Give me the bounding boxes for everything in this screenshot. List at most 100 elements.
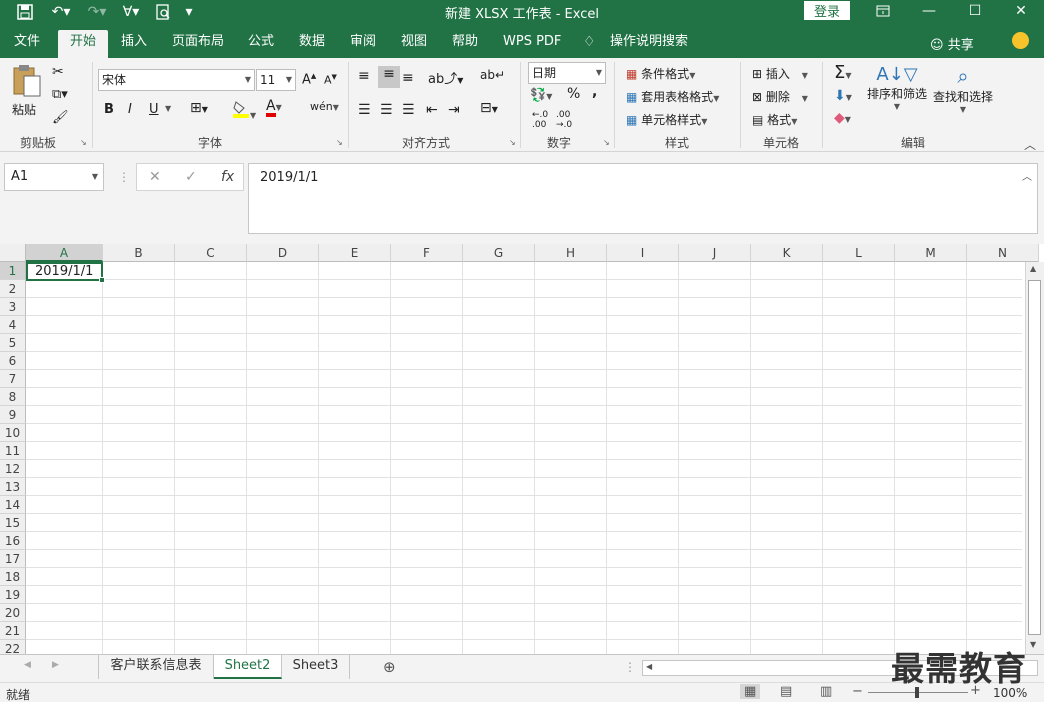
row-header-18[interactable]: 18 <box>0 568 26 586</box>
conditional-formatting-button[interactable]: ▦ 条件格式▼ <box>626 65 695 82</box>
cut-icon[interactable]: ✂ <box>52 64 64 80</box>
format-as-table-button[interactable]: ▦ 套用表格格式▼ <box>626 88 719 105</box>
number-format-combo[interactable]: 日期 ▼ <box>528 62 606 84</box>
tell-me-search[interactable]: 操作说明搜索 <box>598 30 700 58</box>
column-header-l[interactable]: L <box>823 244 895 262</box>
row-header-14[interactable]: 14 <box>0 496 26 514</box>
number-launcher-icon[interactable]: ↘ <box>603 138 610 147</box>
insert-cells-button[interactable]: ⊞ 插入 ▼ <box>752 65 808 82</box>
underline-options-icon[interactable]: ▼ <box>165 104 171 113</box>
format-painter-icon[interactable]: 🖌 <box>52 110 69 125</box>
splitter-icon[interactable]: ⋮ <box>624 660 636 674</box>
tab-formulas[interactable]: 公式 <box>236 30 286 58</box>
sheet-tab-sheet2[interactable]: Sheet2 <box>214 655 282 679</box>
clipboard-launcher-icon[interactable]: ↘ <box>80 138 87 147</box>
tab-page-layout[interactable]: 页面布局 <box>160 30 236 58</box>
tab-insert[interactable]: 插入 <box>109 30 159 58</box>
increase-font-icon[interactable]: A▲ <box>302 72 316 87</box>
orientation-icon[interactable]: ab⤴▼ <box>428 68 463 87</box>
insert-function-icon[interactable]: fx <box>221 169 234 185</box>
page-layout-view-icon[interactable]: ▤ <box>780 684 792 699</box>
row-header-22[interactable]: 22 <box>0 640 26 654</box>
decrease-font-icon[interactable]: A▼ <box>324 73 337 87</box>
row-header-17[interactable]: 17 <box>0 550 26 568</box>
page-break-view-icon[interactable]: ▥ <box>820 684 832 699</box>
row-header-20[interactable]: 20 <box>0 604 26 622</box>
column-header-h[interactable]: H <box>535 244 607 262</box>
align-right-icon[interactable]: ☰ <box>402 102 415 118</box>
column-header-n[interactable]: N <box>967 244 1039 262</box>
maximize-icon[interactable]: ☐ <box>952 0 998 22</box>
decrease-decimal-icon[interactable]: .00 →.0 <box>556 110 572 130</box>
sheet-tab-sheet3[interactable]: Sheet3 <box>282 655 350 679</box>
autosum-icon[interactable]: Σ▼ <box>834 62 852 83</box>
increase-indent-icon[interactable]: ⇥ <box>448 102 460 118</box>
wrap-text-icon[interactable]: ab↵ <box>480 68 505 82</box>
format-cells-button[interactable]: ▤ 格式▼ <box>752 111 797 128</box>
row-header-1[interactable]: 1 <box>0 262 26 280</box>
column-header-j[interactable]: J <box>679 244 751 262</box>
font-name-combo[interactable]: 宋体 ▼ <box>98 69 255 91</box>
align-bottom-icon[interactable]: ≡ <box>402 70 414 86</box>
row-header-5[interactable]: 5 <box>0 334 26 352</box>
scroll-down-icon[interactable]: ▼ <box>1030 640 1036 649</box>
row-header-8[interactable]: 8 <box>0 388 26 406</box>
fill-handle[interactable] <box>99 277 105 283</box>
align-left-icon[interactable]: ☰ <box>358 102 371 118</box>
worksheet-grid[interactable]: ABCDEFGHIJKLMN 1 2 3 4 5 6 7 8 9 10 11 12 13 14 15 16 17… <box>0 244 1044 654</box>
ribbon-display-options-icon[interactable] <box>860 0 906 22</box>
zoom-out-icon[interactable]: − <box>852 684 863 699</box>
tab-file[interactable]: 文件 <box>2 30 52 58</box>
cell-styles-button[interactable]: ▦ 单元格样式▼ <box>626 111 707 128</box>
font-size-combo[interactable]: 11 ▼ <box>256 69 296 91</box>
clear-icon[interactable]: ◆▼ <box>834 110 851 126</box>
font-color-icon[interactable]: A▼ <box>266 98 282 117</box>
column-header-m[interactable]: M <box>895 244 967 262</box>
column-header-a[interactable]: A <box>26 244 103 262</box>
login-button[interactable]: 登录 <box>804 1 850 20</box>
paste-button[interactable]: 粘贴 <box>12 64 42 118</box>
tab-review[interactable]: 审阅 <box>338 30 388 58</box>
next-sheet-icon[interactable]: ▶ <box>52 660 59 670</box>
feedback-smiley-icon[interactable] <box>1012 32 1029 49</box>
tab-wps-pdf[interactable]: WPS PDF <box>491 30 573 58</box>
fill-color-icon[interactable]: ▼ <box>232 100 256 121</box>
fill-icon[interactable]: ⬇▼ <box>834 88 852 104</box>
close-icon[interactable]: ✕ <box>998 0 1044 22</box>
add-sheet-icon[interactable]: ⊕ <box>383 658 396 676</box>
comma-button[interactable]: , <box>592 84 597 100</box>
column-header-b[interactable]: B <box>103 244 175 262</box>
row-header-11[interactable]: 11 <box>0 442 26 460</box>
merge-center-icon[interactable]: ⊟▼ <box>480 100 498 116</box>
delete-cells-button[interactable]: ⊠ 删除 ▼ <box>752 88 808 105</box>
previous-sheet-icon[interactable]: ◀ <box>24 660 31 670</box>
column-header-i[interactable]: I <box>607 244 679 262</box>
increase-decimal-icon[interactable]: ←.0.00 <box>532 110 548 130</box>
scroll-left-icon[interactable]: ◀ <box>646 662 652 671</box>
row-header-7[interactable]: 7 <box>0 370 26 388</box>
row-header-9[interactable]: 9 <box>0 406 26 424</box>
normal-view-icon[interactable]: ▦ <box>740 684 761 699</box>
align-center-icon[interactable]: ☰ <box>380 102 393 118</box>
row-header-16[interactable]: 16 <box>0 532 26 550</box>
bold-button[interactable]: B <box>104 102 114 117</box>
sort-filter-button[interactable]: A↓▽ 排序和筛选 ▼ <box>866 64 928 111</box>
zoom-slider[interactable] <box>868 687 968 698</box>
formula-input[interactable]: 2019/1/1 ︿ <box>248 163 1038 234</box>
italic-button[interactable]: I <box>128 102 132 117</box>
column-header-g[interactable]: G <box>463 244 535 262</box>
active-cell[interactable]: 2019/1/1 <box>26 262 105 283</box>
phonetic-icon[interactable]: wén▼ <box>310 100 339 113</box>
select-all-corner[interactable] <box>0 244 26 262</box>
row-header-15[interactable]: 15 <box>0 514 26 532</box>
tab-data[interactable]: 数据 <box>287 30 337 58</box>
minimize-icon[interactable]: — <box>906 0 952 22</box>
decrease-indent-icon[interactable]: ⇤ <box>426 102 438 118</box>
tab-view[interactable]: 视图 <box>389 30 439 58</box>
row-header-2[interactable]: 2 <box>0 280 26 298</box>
borders-icon[interactable]: ⊞▼ <box>190 100 208 116</box>
enter-icon[interactable]: ✓ <box>185 169 197 185</box>
vertical-scrollbar[interactable]: ▲ ▼ <box>1025 262 1044 654</box>
align-top-icon[interactable]: ≡ <box>358 68 370 84</box>
percent-button[interactable]: % <box>567 86 580 102</box>
